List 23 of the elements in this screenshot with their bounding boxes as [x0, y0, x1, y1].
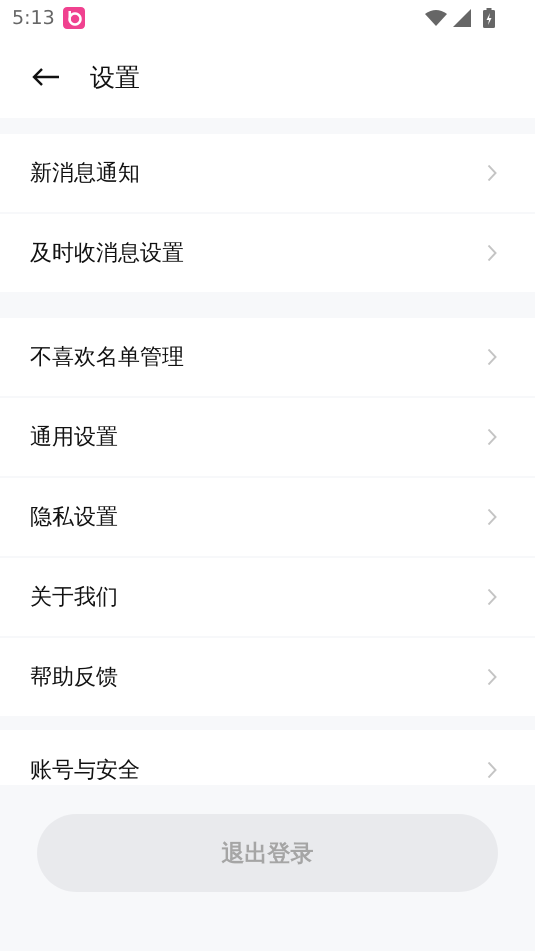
signal-icon: [453, 9, 471, 27]
back-arrow-icon[interactable]: [32, 67, 60, 87]
battery-icon: [483, 8, 495, 28]
app-icon: [62, 7, 85, 29]
settings-row[interactable]: 关于我们: [0, 558, 535, 636]
status-time: 5:13: [12, 7, 55, 29]
settings-row[interactable]: 账号与安全: [0, 730, 535, 785]
settings-row[interactable]: 通用设置: [0, 398, 535, 476]
chevron-right-icon: [487, 348, 497, 366]
chevron-right-icon: [487, 668, 497, 686]
chevron-right-icon: [487, 244, 497, 262]
settings-row[interactable]: 帮助反馈: [0, 638, 535, 716]
chevron-right-icon: [487, 588, 497, 606]
chevron-right-icon: [487, 761, 497, 779]
settings-row[interactable]: 新消息通知: [0, 134, 535, 212]
chevron-right-icon: [487, 428, 497, 446]
chevron-right-icon: [487, 164, 497, 182]
wifi-icon: [425, 10, 447, 26]
page-title: 设置: [90, 62, 140, 94]
settings-row[interactable]: 不喜欢名单管理: [0, 318, 535, 396]
settings-row[interactable]: 隐私设置: [0, 478, 535, 556]
settings-row[interactable]: 及时收消息设置: [0, 214, 535, 292]
chevron-right-icon: [487, 508, 497, 526]
